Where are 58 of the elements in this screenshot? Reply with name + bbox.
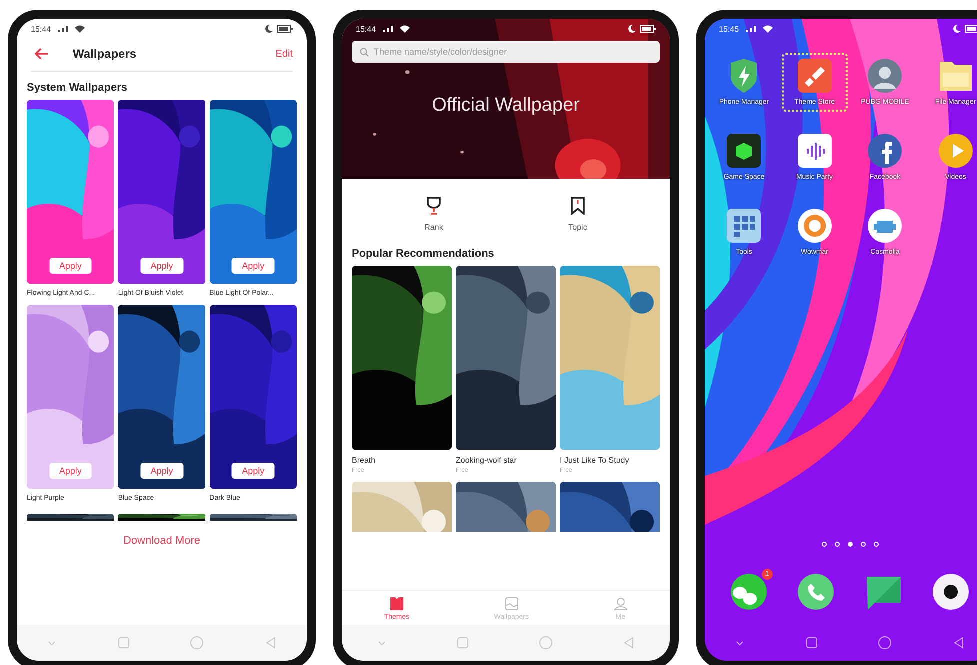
status-time: 15:44	[356, 24, 376, 34]
apply-button[interactable]: Apply	[232, 463, 275, 479]
moon-icon	[265, 25, 273, 33]
wifi-icon	[400, 25, 410, 33]
apply-button[interactable]: Apply	[140, 258, 184, 274]
wifi-icon	[763, 25, 774, 33]
trophy-icon	[426, 197, 442, 215]
chat-icon[interactable]	[730, 573, 768, 611]
camera-icon[interactable]	[932, 573, 970, 611]
folder-icon	[938, 59, 973, 93]
banner-title: Official Wallpaper	[431, 95, 581, 117]
brush-icon	[798, 59, 832, 93]
status-time: 15:45	[719, 24, 740, 34]
search-icon	[360, 48, 369, 56]
apply-button[interactable]: Apply	[49, 258, 92, 274]
moon-icon	[628, 25, 636, 33]
circle-logo-icon	[868, 134, 902, 168]
sound-bars-icon	[798, 134, 832, 168]
phone-icon[interactable]	[797, 573, 836, 611]
battery-icon	[277, 25, 293, 33]
battery-icon	[640, 25, 656, 33]
image-icon	[504, 597, 519, 611]
apply-button[interactable]: Apply	[140, 463, 184, 479]
moon-icon	[953, 25, 961, 33]
section-title: System Wallpapers	[26, 81, 128, 96]
edit-link[interactable]: Edit	[276, 48, 293, 60]
chevron-icon[interactable]	[47, 639, 58, 647]
back-arrow-icon[interactable]	[35, 48, 49, 60]
shortcut-button[interactable]: Rank	[416, 195, 452, 234]
badge-logo-icon	[798, 209, 832, 243]
back-icon[interactable]	[623, 637, 635, 649]
bookmark-icon	[571, 197, 585, 215]
shortcut-button[interactable]: Topic	[560, 195, 596, 234]
theme-name: I Just Like To Study	[560, 456, 630, 465]
apply-button[interactable]: Apply	[49, 463, 92, 479]
status-time: 15:44	[31, 24, 52, 34]
person-icon	[614, 597, 628, 611]
recents-icon[interactable]	[457, 637, 469, 649]
chevron-icon[interactable]	[377, 639, 387, 647]
theme-name: Zooking-wolf star	[456, 456, 518, 465]
folder-grid-icon	[727, 209, 762, 243]
avatar-icon	[868, 59, 902, 93]
recents-icon[interactable]	[118, 637, 130, 649]
theme-name: Breath	[352, 456, 377, 465]
section-title: Popular Recommendations	[351, 247, 496, 262]
home-icon[interactable]	[190, 636, 204, 650]
home-icon[interactable]	[539, 636, 553, 650]
page-title: Wallpapers	[73, 47, 137, 61]
play-icon	[938, 134, 973, 168]
back-icon[interactable]	[264, 637, 277, 649]
wifi-icon	[75, 25, 86, 33]
robot-icon	[868, 209, 902, 243]
chevron-icon[interactable]	[735, 639, 746, 647]
card-icon	[390, 597, 404, 611]
download-more-link[interactable]: Download More	[123, 535, 201, 547]
search-field[interactable]: Theme name/style/color/designer	[352, 41, 660, 63]
battery-icon	[965, 25, 977, 33]
apply-button[interactable]: Apply	[232, 258, 275, 274]
